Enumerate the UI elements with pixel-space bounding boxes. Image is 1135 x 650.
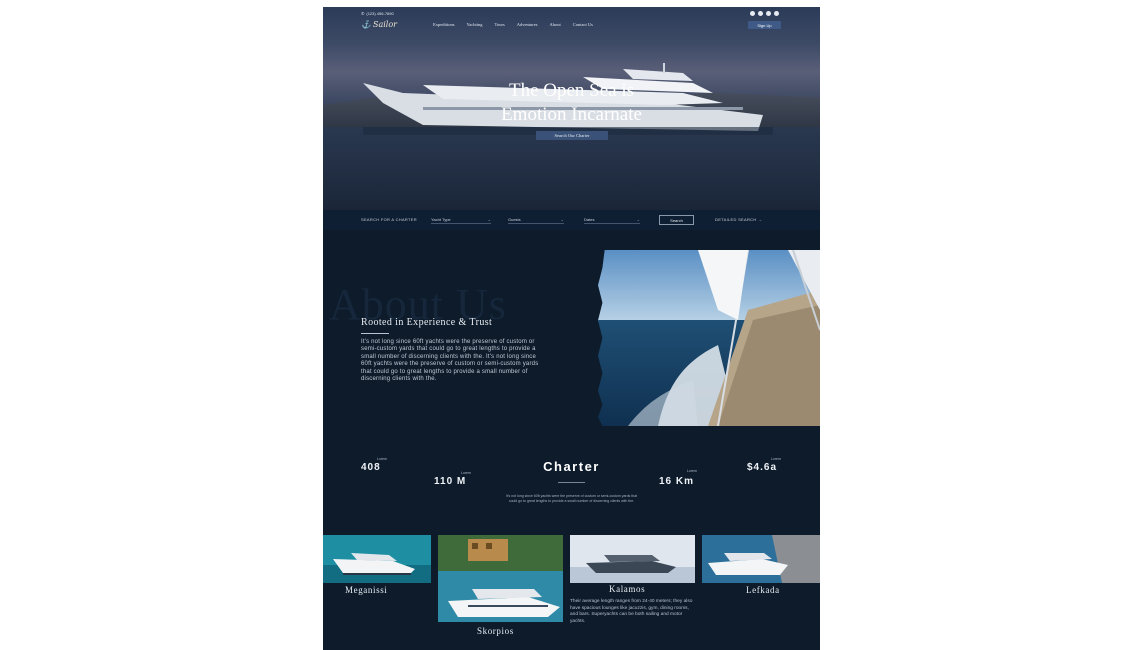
stat-value: 16 Km bbox=[659, 476, 695, 487]
destination-name[interactable]: Kalamos bbox=[609, 584, 645, 594]
signup-button[interactable]: Sign Up bbox=[748, 21, 781, 29]
instagram-icon[interactable] bbox=[766, 11, 771, 16]
charter-text: It's not long since 60ft yachts were the… bbox=[505, 494, 638, 503]
phone-number: (123) 456-7890 bbox=[366, 11, 394, 16]
social-links bbox=[750, 11, 779, 16]
stat-value: 110 M bbox=[434, 476, 467, 487]
search-button[interactable]: Search bbox=[659, 215, 694, 225]
destination-image-kalamos[interactable] bbox=[570, 535, 695, 583]
dates-value: Dates bbox=[584, 217, 595, 222]
search-charter-button[interactable]: Search Our Charter bbox=[536, 131, 608, 140]
chevron-down-icon: ⌄ bbox=[487, 217, 491, 222]
chevron-down-icon: ⌄ bbox=[560, 217, 564, 222]
nav-item-yachting[interactable]: Yachting bbox=[467, 22, 483, 27]
twitter-icon[interactable] bbox=[758, 11, 763, 16]
about-divider bbox=[361, 333, 389, 334]
top-bar: ✆ (123) 456-7890 ⚓ Sailor Expeditions Ya… bbox=[323, 7, 820, 47]
hero-title-line1: The Open Sea is bbox=[508, 80, 635, 101]
charter-heading: Charter bbox=[543, 459, 600, 474]
nav-item-adventures[interactable]: Adventures bbox=[517, 22, 538, 27]
main-nav: Expeditions Yachting Tours Adventures Ab… bbox=[433, 22, 605, 27]
arrow-right-icon: → bbox=[757, 217, 763, 222]
charter-search-bar: SEARCH FOR A CHARTER Yacht Type ⌄ Guests… bbox=[323, 210, 820, 230]
youtube-icon[interactable] bbox=[774, 11, 779, 16]
search-label: SEARCH FOR A CHARTER bbox=[361, 217, 417, 222]
nav-item-about[interactable]: About bbox=[549, 22, 560, 27]
hero-title: The Open Sea is Emotion Incarnate bbox=[323, 79, 820, 127]
detailed-search-link[interactable]: DETAILED SEARCH → bbox=[715, 217, 762, 222]
guests-value: Guests bbox=[508, 217, 521, 222]
destination-name[interactable]: Meganissi bbox=[345, 585, 387, 595]
guests-select[interactable]: Guests ⌄ bbox=[508, 216, 564, 224]
landing-page: ✆ (123) 456-7890 ⚓ Sailor Expeditions Ya… bbox=[323, 7, 820, 650]
hero-title-line2: Emotion Incarnate bbox=[501, 104, 642, 125]
site-logo[interactable]: ⚓ Sailor bbox=[361, 20, 397, 29]
phone-icon: ✆ bbox=[361, 11, 365, 16]
destination-name[interactable]: Lefkada bbox=[746, 585, 780, 595]
destination-description: Their average length ranges from 24-40 m… bbox=[570, 599, 693, 624]
anchor-icon: ⚓ bbox=[361, 20, 371, 29]
nav-item-tours[interactable]: Tours bbox=[495, 22, 505, 27]
chevron-down-icon: ⌄ bbox=[636, 217, 640, 222]
logo-text: Sailor bbox=[372, 20, 397, 29]
yacht-type-select[interactable]: Yacht Type ⌄ bbox=[431, 216, 491, 224]
destination-image-meganissi[interactable] bbox=[323, 535, 431, 583]
about-title: Rooted in Experience & Trust bbox=[361, 317, 493, 328]
hero-section: ✆ (123) 456-7890 ⚓ Sailor Expeditions Ya… bbox=[323, 7, 820, 210]
about-text: It's not long since 60ft yachts were the… bbox=[361, 339, 539, 383]
destination-image-lefkada[interactable] bbox=[702, 535, 820, 583]
destination-image-skorpios[interactable] bbox=[438, 535, 563, 622]
destination-name[interactable]: Skorpios bbox=[477, 626, 514, 636]
facebook-icon[interactable] bbox=[750, 11, 755, 16]
nav-item-expeditions[interactable]: Expeditions bbox=[433, 22, 455, 27]
detailed-search-label: DETAILED SEARCH bbox=[715, 217, 757, 222]
charter-divider bbox=[558, 482, 585, 483]
sailing-yacht-image bbox=[598, 250, 820, 426]
dates-select[interactable]: Dates ⌄ bbox=[584, 216, 640, 224]
phone-contact[interactable]: ✆ (123) 456-7890 bbox=[361, 11, 394, 16]
yacht-type-value: Yacht Type bbox=[431, 217, 451, 222]
nav-item-contact[interactable]: Contact Us bbox=[573, 22, 593, 27]
